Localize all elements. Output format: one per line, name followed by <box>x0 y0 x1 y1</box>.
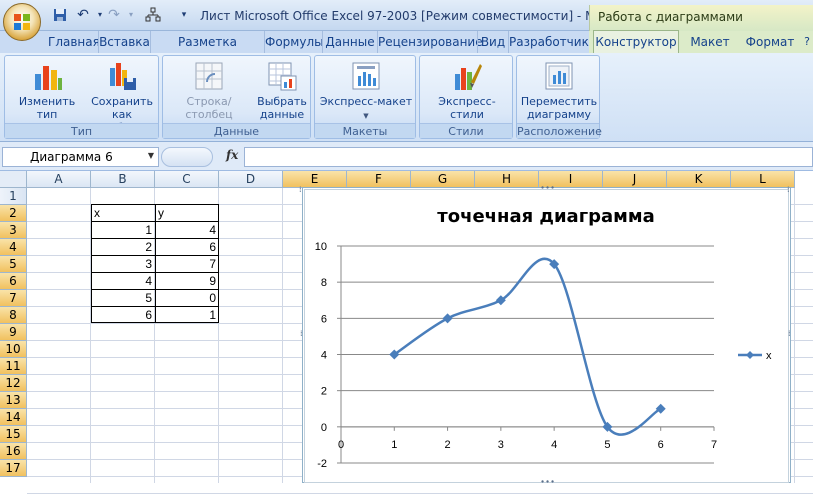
series-line[interactable] <box>393 257 662 436</box>
x-tick-label: 1 <box>391 439 397 451</box>
x-tick-label: 7 <box>711 439 717 451</box>
x-tick-label: 4 <box>551 439 557 451</box>
data-point[interactable] <box>442 313 453 324</box>
x-tick-label: 5 <box>604 439 610 451</box>
y-tick-label: 10 <box>315 241 327 253</box>
y-tick-label: 6 <box>321 313 327 325</box>
office-logo-icon <box>14 14 30 30</box>
y-tick-label: 0 <box>321 422 327 434</box>
x-tick-label: 2 <box>445 439 451 451</box>
y-tick-label: -2 <box>317 458 327 470</box>
x-tick-label: 3 <box>498 439 504 451</box>
scatter-plot: -2 0 2 4 6 8 10 0 1 2 3 4 5 6 7 x <box>315 241 772 470</box>
office-button[interactable] <box>3 3 41 41</box>
y-tick-label: 2 <box>321 386 327 398</box>
legend-label[interactable]: x <box>766 350 772 362</box>
x-tick-label: 0 <box>338 439 344 451</box>
x-tick-label: 6 <box>658 439 664 451</box>
legend-marker <box>746 351 754 359</box>
y-tick-label: 4 <box>321 350 327 362</box>
y-tick-label: 8 <box>321 277 327 289</box>
